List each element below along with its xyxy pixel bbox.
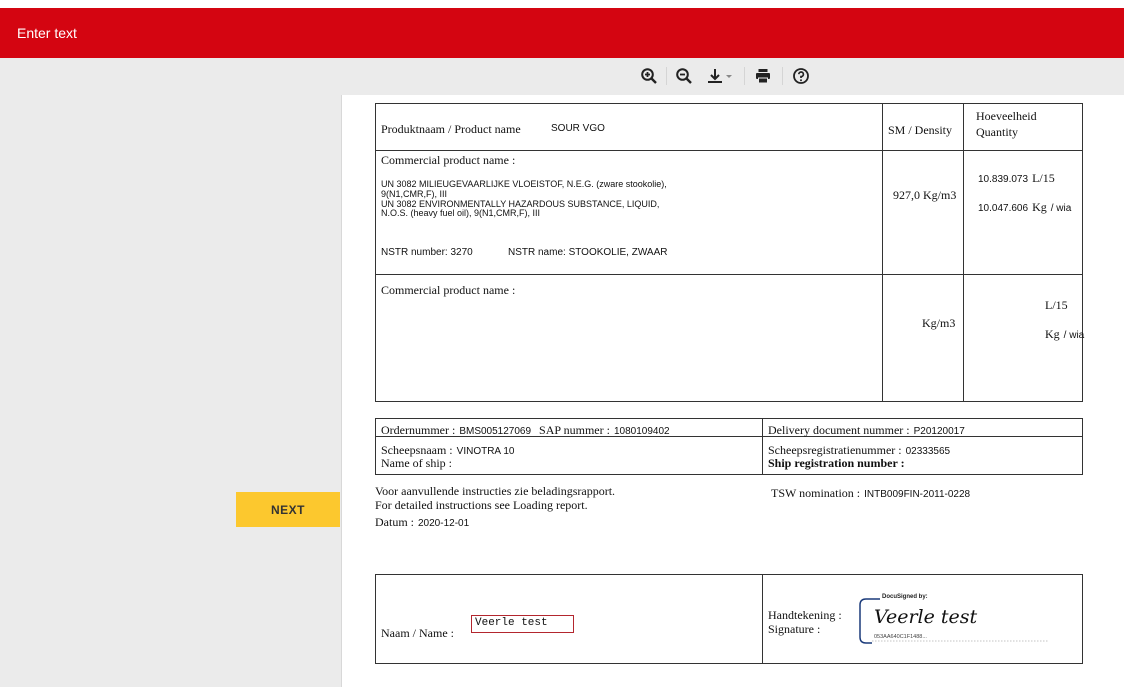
product-description-line: N.O.S. (heavy fuel oil), 9(N1,CMR,F), II… (381, 208, 541, 218)
quantity-liters-unit-2: L/15 (1045, 298, 1068, 312)
density-value: 927,0 Kg/m3 (893, 188, 957, 202)
datum: Datum : 2020-12-01 (375, 515, 470, 529)
toolbar-divider (782, 67, 783, 85)
document-page: Produktnaam / Product name SOUR VGO SM /… (342, 95, 1124, 687)
table-divider (963, 103, 964, 402)
quantity-kg: 10.047.606 Kg / wia (978, 200, 1072, 214)
docusigned-label: DocuSigned by: (882, 594, 928, 600)
quantity-header-en: Quantity (976, 125, 1018, 139)
instructions-en: For detailed instructions see Loading re… (375, 498, 588, 512)
ship-name-label-en: Name of ship : (381, 456, 452, 470)
docusign-id: 053AA640C1F1488... (874, 634, 927, 640)
table-divider (762, 574, 763, 664)
product-name-value: SOUR VGO (551, 123, 605, 134)
commercial-name-label-2: Commercial product name : (381, 283, 516, 297)
tsw-nomination: TSW nomination : INTB009FIN-2011-0228 (771, 486, 971, 500)
toolbar-divider (744, 67, 745, 85)
signature-image: Veerle test (874, 606, 978, 628)
toolbar-divider (666, 67, 667, 85)
zoom-in-icon[interactable] (638, 65, 660, 87)
left-panel: NEXT (0, 95, 342, 687)
table-divider (882, 103, 883, 402)
help-icon[interactable] (790, 65, 812, 87)
product-name-label: Produktnaam / Product name (381, 122, 521, 136)
name-field[interactable]: Veerle test (471, 615, 574, 633)
product-table (375, 103, 1083, 402)
next-button[interactable]: NEXT (236, 492, 340, 527)
header-title: Enter text (17, 25, 77, 41)
delivery-document-number: Delivery document nummer : P20120017 (768, 423, 965, 437)
print-icon[interactable] (752, 65, 774, 87)
name-label: Naam / Name : (381, 626, 454, 640)
nstr-name: NSTR name: STOOKOLIE, ZWAAR (508, 247, 668, 258)
nstr-number: NSTR number: 3270 (381, 247, 473, 258)
table-divider (375, 150, 1083, 151)
docusign-signature[interactable]: DocuSigned by: Veerle test 053AA640C1F14… (858, 594, 1052, 645)
commercial-name-label: Commercial product name : (381, 153, 516, 167)
pdf-toolbar (0, 58, 1124, 95)
quantity-liters: 10.839.073 L/15 (978, 171, 1055, 185)
product-description-line: 9(N1,CMR,F), III (381, 189, 448, 199)
quantity-header-nl: Hoeveelheid (976, 109, 1037, 123)
table-divider (762, 418, 763, 475)
density-header: SM / Density (888, 123, 953, 137)
app-header: Enter text (0, 8, 1124, 58)
zoom-out-icon[interactable] (673, 65, 695, 87)
density-unit-2: Kg/m3 (922, 316, 956, 330)
product-description-line: UN 3082 MILIEUGEVAARLIJKE VLOEISTOF, N.E… (381, 179, 667, 189)
table-divider (375, 274, 1083, 275)
quantity-kg-unit-2: Kg / wia (1045, 327, 1085, 341)
ship-registration-label-en: Ship registration number : (768, 456, 905, 470)
signature-label-nl: Handtekening : (768, 608, 842, 622)
signature-label-en: Signature : (768, 622, 821, 636)
order-number: Ordernummer : BMS005127069 SAP nummer : … (381, 423, 670, 437)
download-icon[interactable] (704, 65, 738, 87)
instructions-nl: Voor aanvullende instructies zie beladin… (375, 484, 616, 498)
